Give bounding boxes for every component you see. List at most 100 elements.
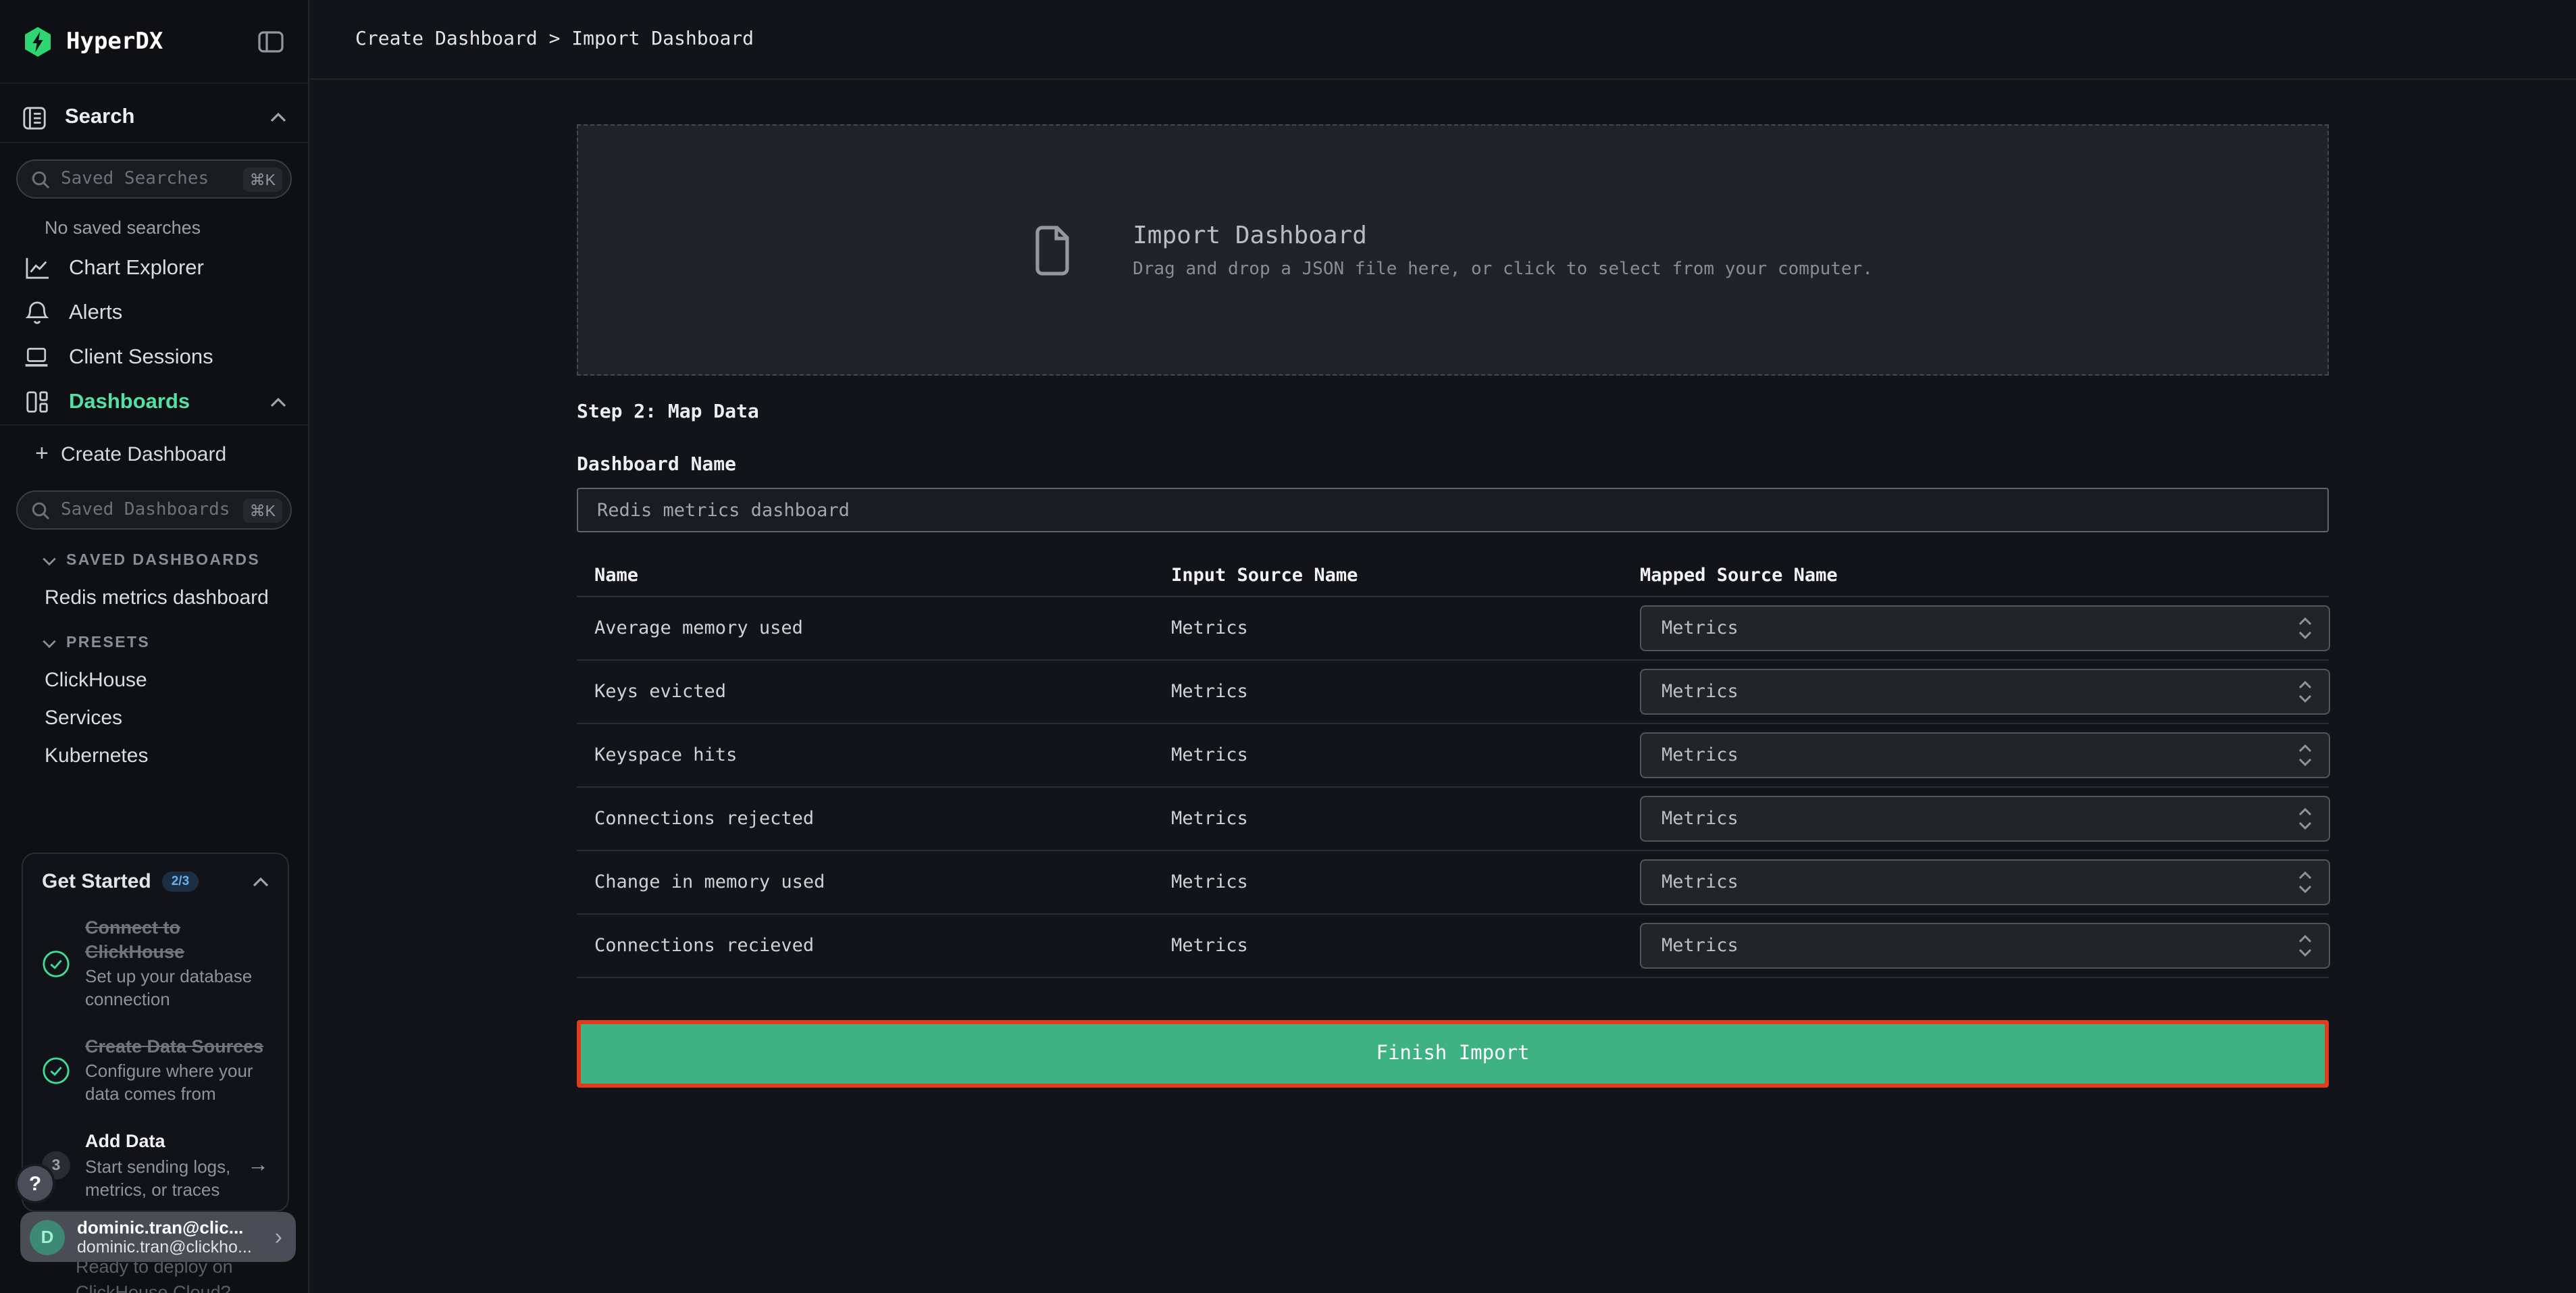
input-source-name: Metrics	[1154, 808, 1622, 830]
create-dashboard-label: Create Dashboard	[61, 442, 226, 465]
table-row: Connections recieved Metrics Metrics	[577, 915, 2329, 978]
dropzone-title: Import Dashboard	[1133, 221, 1873, 249]
step-title: Add Data	[85, 1130, 244, 1153]
sidebar-item-chart-explorer[interactable]: Chart Explorer	[0, 246, 308, 290]
saved-dashboard-item[interactable]: Redis metrics dashboard	[0, 582, 308, 612]
progress-badge: 2/3	[162, 871, 199, 892]
select-chevrons-icon	[2298, 870, 2313, 894]
plus-icon: +	[35, 440, 61, 467]
step-subtitle: Set up your database connection	[85, 966, 269, 1012]
chevron-up-icon[interactable]	[270, 397, 286, 407]
arrow-right-icon: →	[247, 1154, 269, 1178]
selected-value: Metrics	[1661, 681, 2298, 703]
search-section-header[interactable]: Search	[0, 93, 308, 143]
chevron-up-icon[interactable]	[253, 876, 269, 887]
input-source-name: Metrics	[1154, 935, 1622, 957]
search-list-icon	[22, 105, 47, 130]
metric-name: Connections rejected	[577, 808, 1154, 830]
sidebar: HyperDX Search	[0, 0, 309, 1293]
table-row: Connections rejected Metrics Metrics	[577, 788, 2329, 851]
dashboard-name-label: Dashboard Name	[577, 454, 2329, 476]
chart-icon	[22, 257, 51, 280]
table-row: Keyspace hits Metrics Metrics	[577, 724, 2329, 788]
sidebar-item-dashboards[interactable]: Dashboards	[0, 380, 308, 424]
saved-searches-placeholder: Saved Searches	[61, 169, 243, 189]
table-row: Keys evicted Metrics Metrics	[577, 661, 2329, 724]
finish-import-button[interactable]: Finish Import	[577, 1020, 2329, 1088]
search-icon	[31, 501, 50, 519]
app-viewport: HyperDX Search	[0, 0, 2576, 1293]
sidebar-collapse-icon[interactable]	[254, 28, 286, 55]
divider	[0, 424, 308, 426]
input-source-name: Metrics	[1154, 617, 1622, 639]
step-subtitle: Configure where your data comes from	[85, 1061, 269, 1107]
sidebar-item-label: Dashboards	[69, 390, 270, 414]
logo-row: HyperDX	[0, 0, 308, 84]
selected-value: Metrics	[1661, 808, 2298, 830]
mapped-source-select[interactable]: Metrics	[1640, 669, 2330, 715]
step-title: Create Data Sources	[85, 1035, 269, 1059]
table-row: Change in memory used Metrics Metrics	[577, 851, 2329, 915]
mapped-source-select[interactable]: Metrics	[1640, 923, 2330, 969]
get-started-step-connect[interactable]: Connect to ClickHouse Set up your databa…	[42, 916, 269, 1012]
mapping-table: Name Input Source Name Mapped Source Nam…	[577, 554, 2329, 978]
chevron-up-icon[interactable]	[270, 112, 286, 123]
preset-item-services[interactable]: Services	[0, 703, 308, 732]
mapped-source-select[interactable]: Metrics	[1640, 732, 2330, 778]
import-dropzone[interactable]: Import Dashboard Drag and drop a JSON fi…	[577, 124, 2329, 376]
shortcut-badge: ⌘K	[243, 498, 282, 522]
presets-group-label: PRESETS	[66, 635, 150, 651]
saved-searches-input[interactable]: Saved Searches ⌘K	[16, 159, 292, 199]
saved-dashboards-input[interactable]: Saved Dashboards ⌘K	[16, 490, 292, 530]
step-title: Connect to ClickHouse	[85, 916, 269, 963]
create-dashboard-button[interactable]: + Create Dashboard	[0, 434, 308, 474]
sidebar-item-label: Chart Explorer	[69, 256, 286, 280]
select-chevrons-icon	[2298, 807, 2313, 831]
metric-name: Keys evicted	[577, 681, 1154, 703]
saved-dashboards-placeholder: Saved Dashboards	[61, 500, 243, 520]
chevron-right-icon: ›	[275, 1223, 282, 1250]
metric-name: Average memory used	[577, 617, 1154, 639]
mapped-source-select[interactable]: Metrics	[1640, 605, 2330, 651]
metric-name: Change in memory used	[577, 871, 1154, 893]
selected-value: Metrics	[1661, 617, 2298, 639]
chevron-down-icon	[42, 556, 57, 565]
get-started-step-add-data[interactable]: 3 Add Data Start sending logs, metrics, …	[42, 1130, 269, 1202]
hyperdx-logo-icon	[22, 25, 54, 57]
sidebar-item-alerts[interactable]: Alerts	[0, 290, 308, 335]
chevron-down-icon	[42, 638, 57, 648]
column-header-input-source: Input Source Name	[1154, 564, 1622, 586]
metric-name: Keyspace hits	[577, 744, 1154, 766]
dashboard-name-input[interactable]	[577, 488, 2329, 532]
select-chevrons-icon	[2298, 680, 2313, 704]
preset-item-kubernetes[interactable]: Kubernetes	[0, 740, 308, 770]
sidebar-item-client-sessions[interactable]: Client Sessions	[0, 335, 308, 380]
saved-dashboards-group-header[interactable]: SAVED DASHBOARDS	[0, 547, 308, 574]
dashboard-grid-icon	[22, 389, 51, 415]
preset-item-clickhouse[interactable]: ClickHouse	[0, 665, 308, 694]
step-heading: Step 2: Map Data	[577, 401, 2329, 423]
search-section-label: Search	[65, 105, 270, 130]
column-header-mapped-source: Mapped Source Name	[1622, 564, 2329, 586]
get-started-step-sources[interactable]: Create Data Sources Configure where your…	[42, 1035, 269, 1107]
topbar: Create Dashboard > Import Dashboard	[309, 0, 2576, 80]
user-menu[interactable]: D dominic.tran@clic... dominic.tran@clic…	[20, 1212, 296, 1262]
check-circle-icon	[42, 950, 70, 978]
shortcut-badge: ⌘K	[243, 167, 282, 191]
mapped-source-select[interactable]: Metrics	[1640, 796, 2330, 842]
laptop-icon	[22, 346, 51, 369]
input-source-name: Metrics	[1154, 744, 1622, 766]
select-chevrons-icon	[2298, 934, 2313, 958]
input-source-name: Metrics	[1154, 871, 1622, 893]
bell-icon	[22, 300, 51, 326]
selected-value: Metrics	[1661, 871, 2298, 893]
table-row: Average memory used Metrics Metrics	[577, 597, 2329, 661]
check-circle-icon	[42, 1057, 70, 1085]
selected-value: Metrics	[1661, 935, 2298, 957]
help-button[interactable]: ?	[18, 1166, 53, 1201]
select-chevrons-icon	[2298, 743, 2313, 767]
select-chevrons-icon	[2298, 616, 2313, 640]
dropzone-text: Import Dashboard Drag and drop a JSON fi…	[1133, 221, 1873, 279]
presets-group-header[interactable]: PRESETS	[0, 630, 308, 657]
mapped-source-select[interactable]: Metrics	[1640, 859, 2330, 905]
